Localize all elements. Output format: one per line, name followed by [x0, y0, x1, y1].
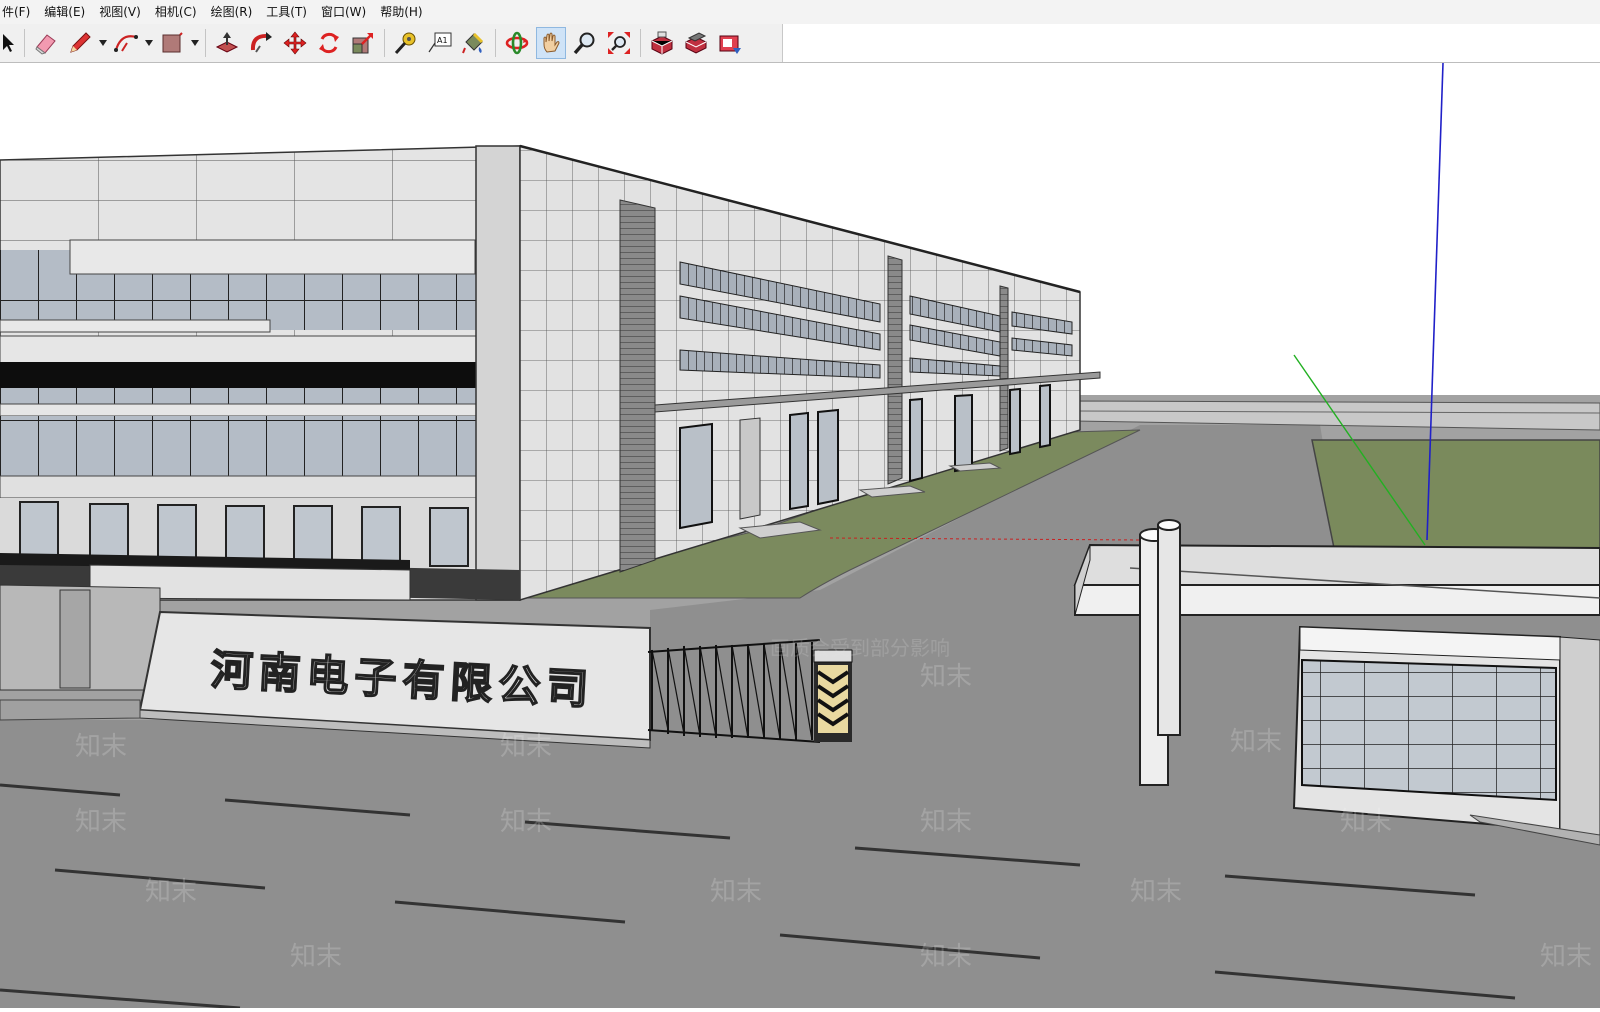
paint-bucket-tool-button[interactable] — [459, 27, 489, 59]
rectangle-icon — [162, 32, 183, 53]
model-scene: 河南电子有限公司 画质会受到部分影响 知末 知末 知末 知末 知末 知末 知末 … — [0, 62, 1600, 1010]
eraser-icon — [35, 34, 56, 55]
menu-window[interactable]: 窗口(W) — [314, 0, 373, 24]
watermark-text: 知末 — [145, 877, 197, 907]
arc-dropdown[interactable] — [143, 27, 155, 59]
menu-help[interactable]: 帮助(H) — [373, 0, 429, 24]
toolbar-separator — [640, 29, 641, 57]
pencil-dropdown[interactable] — [97, 27, 109, 59]
warehouse-tool-button[interactable] — [647, 27, 677, 59]
rotate-tool-button[interactable] — [314, 27, 344, 59]
paint-bucket-icon — [462, 32, 484, 54]
dropdown-arrow-icon — [191, 40, 199, 46]
share-model-icon — [719, 35, 741, 54]
watermark-text: 知末 — [920, 942, 972, 972]
zoom-tool-button[interactable] — [570, 27, 600, 59]
watermark-text: 知末 — [75, 807, 127, 837]
3d-viewport[interactable]: 河南电子有限公司 画质会受到部分影响 知末 知末 知末 知末 知末 知末 知末 … — [0, 62, 1600, 1010]
move-tool-button[interactable] — [280, 27, 310, 59]
tape-measure-icon — [394, 32, 416, 55]
scale-icon — [352, 33, 373, 54]
pencil-tool-button[interactable] — [65, 27, 95, 59]
arc-icon — [114, 35, 138, 52]
pan-hand-icon — [543, 32, 560, 53]
menu-bar: 件(F) 编辑(E) 视图(V) 相机(C) 绘图(R) 工具(T) 窗口(W)… — [0, 0, 1600, 24]
3d-warehouse-icon — [651, 31, 673, 55]
push-pull-tool-button[interactable] — [212, 27, 242, 59]
text-tool-button[interactable]: A1 — [425, 27, 455, 59]
share-model-tool-button[interactable] — [715, 27, 745, 59]
magnifier-icon — [573, 32, 595, 55]
toolbar-separator — [495, 29, 496, 57]
pencil-icon — [70, 32, 91, 53]
dropdown-arrow-icon — [99, 40, 107, 46]
tape-measure-tool-button[interactable] — [391, 27, 421, 59]
follow-me-icon — [250, 32, 272, 53]
arrow-cursor-icon — [3, 34, 14, 52]
arc-tool-button[interactable] — [111, 27, 141, 59]
push-pull-icon — [215, 32, 239, 53]
watermark-text: 知末 — [290, 942, 342, 972]
menu-file[interactable]: 件(F) — [0, 0, 37, 24]
watermark-text: 知末 — [1540, 942, 1592, 972]
lawn-right — [1311, 439, 1600, 553]
svg-text:A1: A1 — [437, 36, 448, 45]
gate-control-box — [813, 649, 853, 742]
watermark-text: 知末 — [920, 807, 972, 837]
watermark-text: 知末 — [500, 807, 552, 837]
zoom-extents-icon — [608, 32, 630, 54]
watermark-text: 知末 — [500, 732, 552, 762]
text-label-icon: A1 — [428, 32, 452, 53]
watermark-text: 知末 — [75, 732, 127, 762]
main-toolbar: A1 — [0, 24, 783, 63]
eraser-tool-button[interactable] — [31, 27, 61, 59]
rectangle-tool-button[interactable] — [157, 27, 187, 59]
watermark-text: 知末 — [710, 877, 762, 907]
move-icon — [283, 31, 307, 55]
menu-view[interactable]: 视图(V) — [92, 0, 148, 24]
rectangle-dropdown[interactable] — [189, 27, 201, 59]
scale-tool-button[interactable] — [348, 27, 378, 59]
toolbar-separator — [205, 29, 206, 57]
menu-tools[interactable]: 工具(T) — [259, 0, 314, 24]
orbit-icon — [505, 31, 529, 55]
watermark-notice: 画质会受到部分影响 — [770, 636, 950, 660]
orbit-tool-button[interactable] — [502, 27, 532, 59]
rotate-icon — [319, 32, 339, 54]
toolbar-separator — [24, 29, 25, 57]
menu-draw[interactable]: 绘图(R) — [204, 0, 260, 24]
menu-edit[interactable]: 编辑(E) — [37, 0, 92, 24]
components-icon — [685, 32, 707, 54]
menu-camera[interactable]: 相机(C) — [148, 0, 204, 24]
toolbar-separator — [384, 29, 385, 57]
zoom-extents-tool-button[interactable] — [604, 27, 634, 59]
watermark-text: 知末 — [1130, 877, 1182, 907]
components-tool-button[interactable] — [681, 27, 711, 59]
select-tool-button[interactable] — [0, 27, 18, 59]
pan-tool-button[interactable] — [536, 27, 566, 59]
watermark-text: 知末 — [920, 662, 972, 692]
watermark-text: 知末 — [1230, 727, 1282, 757]
dropdown-arrow-icon — [145, 40, 153, 46]
watermark-text: 知末 — [1340, 807, 1392, 837]
follow-me-tool-button[interactable] — [246, 27, 276, 59]
